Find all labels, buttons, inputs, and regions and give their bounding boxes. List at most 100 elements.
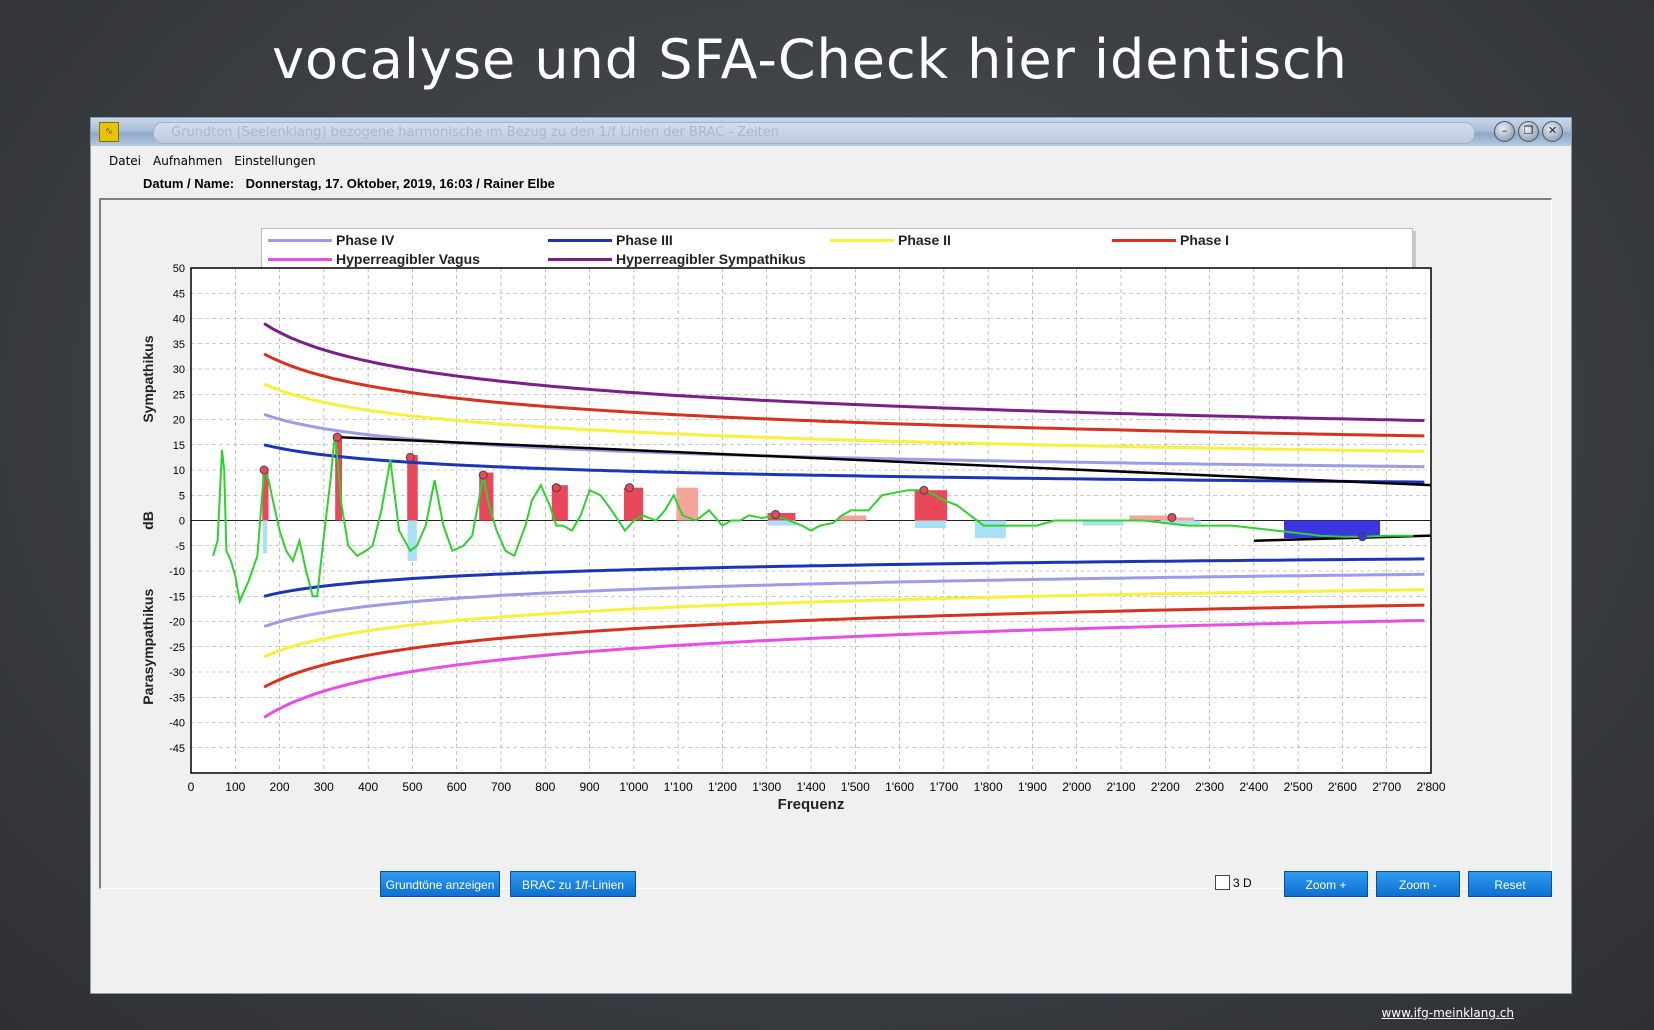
footer-link[interactable]: www.ifg-meinklang.ch [1381,1006,1514,1020]
threed-toggle[interactable]: 3 D [1215,875,1252,890]
legend-item: Phase IV [268,232,394,248]
y-axis-label-bottom: Parasympathikus [140,589,156,705]
app-window: ∿ Grundton (Seelenklang) bezogene harmon… [90,117,1572,994]
y-tick-label: -40 [169,718,185,730]
legend-swatch [1112,238,1176,242]
data-point [624,483,634,493]
x-tick-label: 1'400 [797,780,826,794]
x-tick-label: 2'000 [1062,780,1091,794]
x-tick-label: 200 [270,780,290,794]
close-icon[interactable]: ✕ [1542,121,1563,142]
y-tick-label: -25 [169,642,185,654]
x-tick-label: 2'600 [1328,780,1357,794]
y-tick-label: 35 [173,339,185,351]
y-tick-label: 5 [179,490,185,502]
y-tick-label: 15 [173,440,185,452]
legend-swatch [830,238,894,242]
y-tick-label: 10 [173,465,185,477]
x-tick-label: 2'100 [1107,780,1136,794]
bar [407,454,418,521]
data-point [771,509,781,519]
y-tick-label: -30 [169,667,185,679]
x-tick-label: 0 [188,780,195,794]
legend-item: Phase II [830,232,951,248]
slide-title: vocalyse und SFA-Check hier identisch [272,28,1348,91]
x-tick-label: 900 [580,780,600,794]
header-label: Datum / Name: [143,176,235,191]
x-tick-label: 1'800 [974,780,1003,794]
brac-lines-button[interactable]: BRAC zu 1/f-Linien [510,871,636,897]
x-tick-label: 2'500 [1284,780,1313,794]
data-point [919,485,929,495]
y-tick-label: -35 [169,692,185,704]
reset-button[interactable]: Reset [1468,871,1552,897]
x-tick-label: 2'200 [1151,780,1180,794]
window-titlebar[interactable]: ∿ Grundton (Seelenklang) bezogene harmon… [91,118,1571,146]
y-tick-label: -10 [169,566,185,578]
data-point [551,483,561,493]
y-tick-label: -15 [169,591,185,603]
y-tick-label: -5 [175,541,185,553]
x-tick-label: 1'700 [929,780,958,794]
x-tick-label: 1'100 [664,780,693,794]
legend-label: Phase II [898,232,951,248]
bar [915,520,947,529]
x-tick-label: 600 [447,780,467,794]
x-tick-label: 2'400 [1239,780,1268,794]
legend-swatch [548,238,612,242]
y-tick-label: 40 [173,314,185,326]
legend-label: Phase I [1180,232,1230,248]
menu-item-aufnahmen[interactable]: Aufnahmen [153,154,222,168]
y-tick-label: -45 [169,743,185,755]
restore-icon[interactable]: ❐ [1518,121,1539,142]
x-tick-label: 500 [402,780,422,794]
x-tick-label: 2'300 [1195,780,1224,794]
bar [676,487,699,521]
menu-item-einstellungen[interactable]: Einstellungen [234,154,315,168]
header-value: Donnerstag, 17. Oktober, 2019, 16:03 / R… [245,176,555,191]
x-axis-label: Frequenz [778,796,845,813]
legend-label: Phase IV [336,232,395,248]
bar [407,520,417,561]
x-tick-label: 1'200 [708,780,737,794]
data-point [1167,512,1177,522]
y-tick-label: 45 [173,288,185,300]
waveform-app-icon: ∿ [99,122,119,142]
y-axis-label-top: Sympathikus [140,335,156,422]
zoom-in-button[interactable]: Zoom + [1284,871,1368,897]
bar [914,490,948,521]
legend-label: Phase III [616,232,673,248]
y-tick-label: 25 [173,389,185,401]
x-tick-label: 300 [314,780,334,794]
x-tick-label: 1'500 [841,780,870,794]
data-point [332,432,342,442]
zoom-out-button[interactable]: Zoom - [1376,871,1460,897]
y-tick-label: 0 [179,516,185,528]
bar [838,515,867,521]
y-tick-label: 20 [173,415,185,427]
data-point [259,465,269,475]
x-tick-label: 1'300 [752,780,781,794]
x-tick-label: 1'600 [885,780,914,794]
x-tick-label: 1'900 [1018,780,1047,794]
threed-checkbox[interactable] [1215,875,1230,890]
x-tick-label: 100 [225,780,245,794]
session-header: Datum / Name: Donnerstag, 17. Oktober, 2… [143,176,555,191]
bar [623,487,644,521]
legend-item: Phase III [548,232,673,248]
y-axis-label: dB [140,511,156,530]
menu-bar: Datei Aufnahmen Einstellungen [109,154,316,168]
legend-swatch [268,238,332,242]
x-tick-label: 400 [358,780,378,794]
minimize-icon[interactable]: – [1494,121,1515,142]
x-tick-label: 700 [491,780,511,794]
x-tick-label: 1'000 [619,780,648,794]
menu-item-datei[interactable]: Datei [109,154,141,168]
x-tick-label: 800 [535,780,555,794]
threed-label: 3 D [1233,875,1252,890]
y-tick-label: 50 [173,263,185,275]
y-tick-label: -20 [169,617,185,629]
data-point [478,470,488,480]
show-fundamentals-button[interactable]: Grundtöne anzeigen [380,871,500,897]
y-tick-label: 30 [173,364,185,376]
